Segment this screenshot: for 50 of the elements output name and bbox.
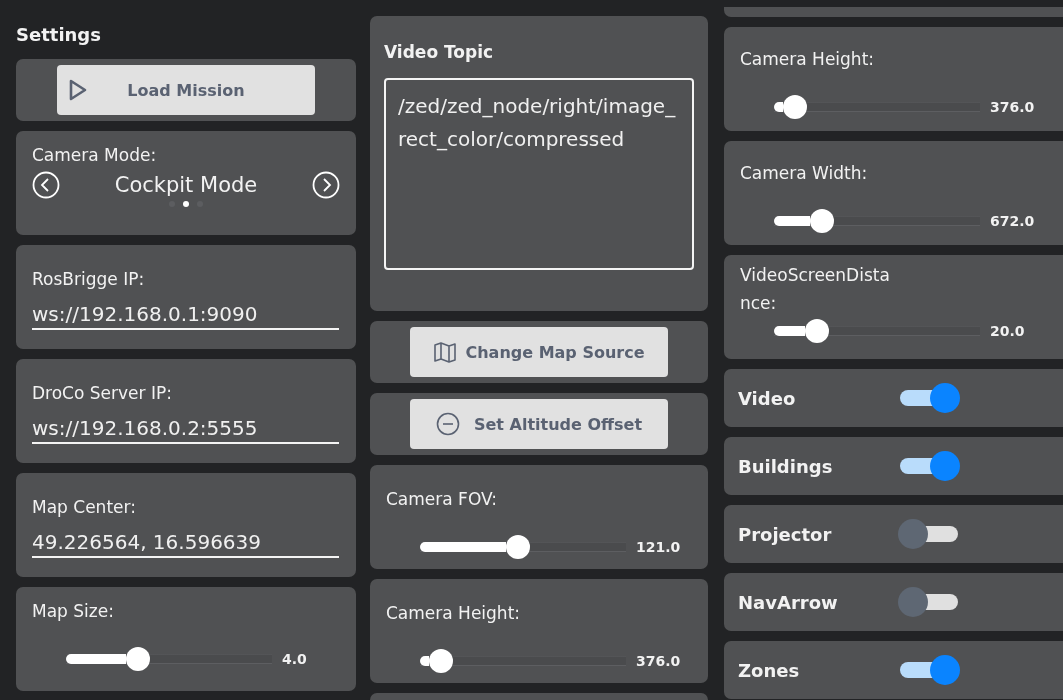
slider-thumb[interactable] <box>804 319 829 343</box>
action-button[interactable]: Set Altitude Offset <box>410 399 668 449</box>
slider-thumb[interactable] <box>429 649 454 673</box>
slider-thumb[interactable] <box>126 647 151 671</box>
slider-thumb[interactable] <box>810 209 835 233</box>
slider-value: 121.0 <box>636 539 681 555</box>
mode-value: Cockpit Mode <box>114 173 258 197</box>
panel-title: Settings <box>16 24 101 45</box>
slider-label: Camera Height: <box>740 49 875 69</box>
toggle-label: Video <box>738 387 797 409</box>
slider-label: Map Size: <box>32 601 114 621</box>
input-field[interactable]: 49.226564, 16.596639 <box>32 529 339 558</box>
slider-value: 4.0 <box>282 651 307 667</box>
input-field[interactable]: ws://192.168.0.1:9090 <box>32 301 339 330</box>
slider-label: Camera Width: <box>740 163 868 183</box>
slider-value: 376.0 <box>990 99 1035 115</box>
field-label: DroCo Server IP: <box>32 383 172 403</box>
toggle-switch[interactable] <box>898 587 960 617</box>
field-label: Camera Mode: <box>32 145 157 165</box>
chevron-left-icon <box>32 171 60 199</box>
slider-thumb[interactable] <box>783 95 808 119</box>
toggle-switch[interactable] <box>898 383 960 413</box>
page-dot[interactable] <box>183 201 189 207</box>
input-field[interactable]: ws://192.168.0.2:5555 <box>32 415 339 444</box>
next-button[interactable] <box>312 171 340 199</box>
field-label: RosBrigge IP: <box>32 269 145 289</box>
text-area[interactable]: /zed/zed_node/right/image_rect_color/compressed <box>384 78 694 270</box>
toggle-switch[interactable] <box>898 451 960 481</box>
action-button[interactable]: Load Mission <box>57 65 315 115</box>
slider-label: VideoScreenDistance: <box>740 264 891 315</box>
chevron-right-icon <box>312 171 340 199</box>
slider-thumb[interactable] <box>505 535 530 559</box>
toggle-switch[interactable] <box>898 519 960 549</box>
slider-value: 376.0 <box>636 653 681 669</box>
slider-label: Camera FOV: <box>386 489 497 509</box>
field-label: Map Center: <box>32 497 136 517</box>
toggle-label: Buildings <box>738 455 834 477</box>
toggle-label: NavArrow <box>738 591 839 613</box>
toggle-label: Zones <box>738 659 801 681</box>
map-icon <box>433 341 458 363</box>
field-label: Video Topic <box>384 42 494 62</box>
slider-value: 20.0 <box>990 323 1025 339</box>
toggle-label: Projector <box>738 523 833 545</box>
previous-button[interactable] <box>32 171 60 199</box>
action-button[interactable]: Change Map Source <box>410 327 668 377</box>
slider-value: 672.0 <box>990 213 1035 229</box>
minus-circle-icon <box>435 412 460 436</box>
toggle-switch[interactable] <box>898 655 960 685</box>
play-icon <box>69 79 87 101</box>
slider-label: Camera Height: <box>386 603 521 623</box>
